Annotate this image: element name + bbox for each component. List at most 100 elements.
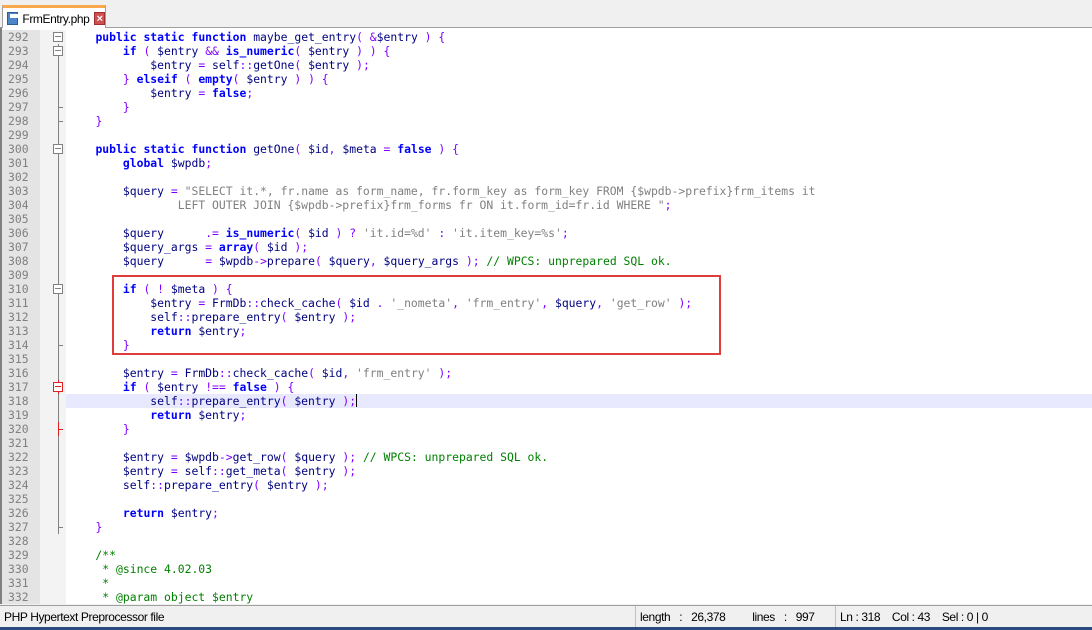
fold-margin <box>40 198 66 212</box>
text-caret <box>356 394 358 407</box>
fold-margin <box>40 534 66 548</box>
line-number: 328 <box>2 534 40 548</box>
code-line: 331 * <box>2 576 1092 590</box>
code-text: } <box>95 114 103 128</box>
code-text: * @param object $entry <box>68 590 254 604</box>
line-number: 295 <box>2 72 40 86</box>
code-line: 325 <box>2 492 1092 506</box>
code-line: 332 * @param object $entry <box>2 590 1092 604</box>
line-number: 304 <box>2 198 40 212</box>
code-line: 327 } <box>2 520 1092 534</box>
line-number: 300 <box>2 142 40 156</box>
fold-margin <box>40 576 66 590</box>
fold-toggle-icon[interactable] <box>40 44 66 58</box>
status-position: Ln : 318 Col : 43 Sel : 0 | 0 <box>836 606 1092 628</box>
line-number: 330 <box>2 562 40 576</box>
code-text: return $entry; <box>122 506 219 520</box>
fold-margin <box>40 352 66 366</box>
line-number: 301 <box>2 156 40 170</box>
tab-frmentry-php[interactable]: FrmEntry.php × <box>2 5 106 29</box>
code-line: 304 LEFT OUTER JOIN {$wpdb->prefix}frm_f… <box>2 198 1092 212</box>
code-line: 319 return $entry; <box>2 408 1092 422</box>
code-line: 317 if ( $entry !== false ) { <box>2 380 1092 394</box>
line-number: 292 <box>2 30 40 44</box>
code-text: LEFT OUTER JOIN {$wpdb->prefix}frm_forms… <box>68 198 672 212</box>
code-line: 322 $entry = $wpdb->get_row( $query ); /… <box>2 450 1092 464</box>
fold-margin <box>40 394 66 408</box>
highlight-box <box>112 275 721 355</box>
fold-toggle-icon[interactable] <box>40 30 66 44</box>
code-line: 320 } <box>2 422 1092 436</box>
fold-margin <box>40 492 66 506</box>
fold-margin <box>40 310 66 324</box>
status-bar: PHP Hypertext Preprocessor file length :… <box>0 605 1092 628</box>
line-number: 321 <box>2 436 40 450</box>
fold-margin <box>40 72 66 86</box>
fold-margin <box>40 100 66 114</box>
code-text: if ( $entry && is_numeric( $entry ) ) { <box>122 44 391 58</box>
fold-toggle-icon[interactable] <box>40 142 66 156</box>
code-line: 316 $entry = FrmDb::check_cache( $id, 'f… <box>2 366 1092 380</box>
code-text: } <box>95 520 103 534</box>
line-number: 329 <box>2 548 40 562</box>
fold-margin <box>40 562 66 576</box>
code-line: 297 } <box>2 100 1092 114</box>
fold-margin <box>40 450 66 464</box>
fold-margin <box>40 422 66 436</box>
code-text: if ( $entry !== false ) { <box>122 380 295 394</box>
fold-margin <box>40 254 66 268</box>
code-text: $query = $wpdb->prepare( $query, $query_… <box>122 254 672 268</box>
line-number: 323 <box>2 464 40 478</box>
status-sel: Sel : 0 | 0 <box>941 610 988 624</box>
code-line: 296 $entry = false; <box>2 86 1092 100</box>
code-text: $query = "SELECT it.*, fr.name as form_n… <box>122 184 816 198</box>
status-length: length : 26,378 <box>640 610 726 624</box>
code-text: $entry = FrmDb::check_cache( $id, 'frm_e… <box>122 366 453 380</box>
line-number: 299 <box>2 128 40 142</box>
line-number: 322 <box>2 450 40 464</box>
line-number: 316 <box>2 366 40 380</box>
line-number: 319 <box>2 408 40 422</box>
code-line: 306 $query .= is_numeric( $id ) ? 'it.id… <box>2 226 1092 240</box>
fold-margin <box>40 366 66 380</box>
line-number: 312 <box>2 310 40 324</box>
fold-margin <box>40 212 66 226</box>
status-col: Col : 43 <box>891 610 931 624</box>
fold-toggle-icon[interactable] <box>40 380 66 394</box>
save-icon <box>7 12 19 25</box>
code-text: self::prepare_entry( $entry ); <box>68 478 329 492</box>
line-number: 317 <box>2 380 40 394</box>
code-line: 298 } <box>2 114 1092 128</box>
line-number: 325 <box>2 492 40 506</box>
code-text: $entry = self::getOne( $entry ); <box>150 58 370 72</box>
line-number: 294 <box>2 58 40 72</box>
fold-margin <box>40 590 66 604</box>
fold-toggle-icon[interactable] <box>40 282 66 296</box>
code-editor[interactable]: 292 public static function maybe_get_ent… <box>0 28 1092 604</box>
line-number: 307 <box>2 240 40 254</box>
code-line: 294 $entry = self::getOne( $entry ); <box>2 58 1092 72</box>
line-number: 315 <box>2 352 40 366</box>
code-text: return $entry; <box>150 408 247 422</box>
fold-margin <box>40 464 66 478</box>
code-text: $entry = false; <box>150 86 254 100</box>
code-text: * @since 4.02.03 <box>68 562 213 576</box>
line-number: 327 <box>2 520 40 534</box>
line-number: 324 <box>2 478 40 492</box>
code-text: /** <box>68 548 117 562</box>
fold-margin <box>40 296 66 310</box>
code-text: public static function maybe_get_entry( … <box>95 30 446 44</box>
code-text: } <box>122 100 130 114</box>
close-icon[interactable]: × <box>94 12 105 25</box>
line-number: 311 <box>2 296 40 310</box>
code-text: global $wpdb; <box>122 156 213 170</box>
status-length-lines: length : 26,378 lines : 997 <box>636 606 836 628</box>
fold-margin <box>40 506 66 520</box>
line-number: 298 <box>2 114 40 128</box>
code-line: 293 if ( $entry && is_numeric( $entry ) … <box>2 44 1092 58</box>
line-number: 308 <box>2 254 40 268</box>
